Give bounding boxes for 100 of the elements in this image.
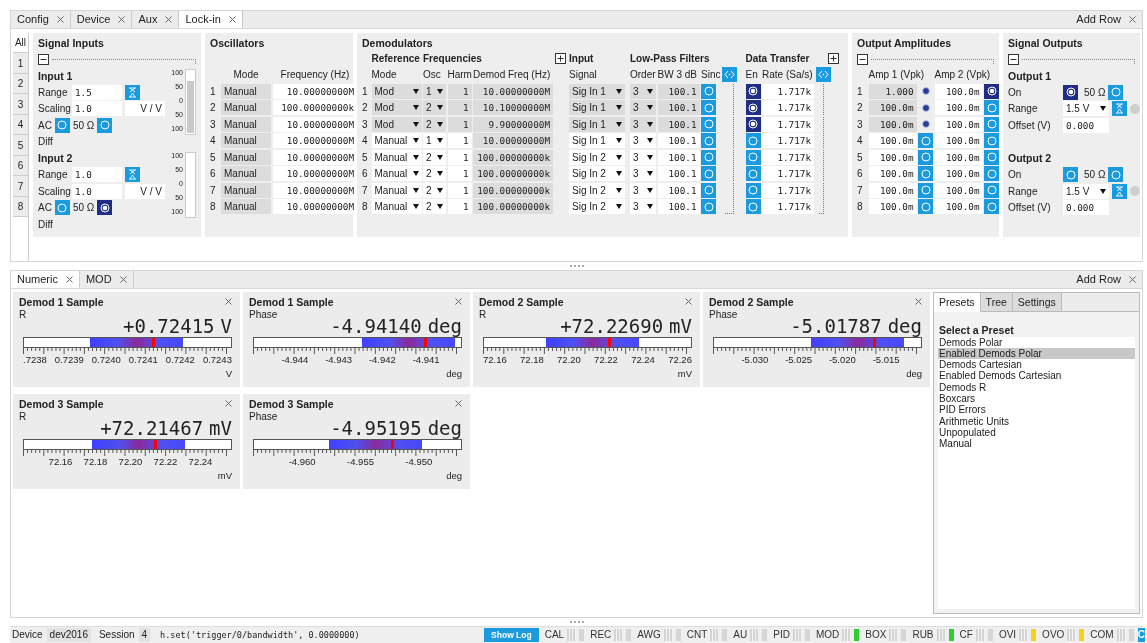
harmonic-field[interactable]: 1 [447, 182, 472, 198]
collapse-icon[interactable] [1008, 53, 1019, 65]
bandwidth-field[interactable]: 100.1 [657, 116, 700, 132]
amplitude-field[interactable]: 100.0m [934, 133, 983, 149]
mode-field[interactable]: Manual [221, 100, 271, 116]
dropdown[interactable]: 2 [423, 182, 446, 198]
harmonic-field[interactable]: 1 [447, 83, 472, 99]
close-icon[interactable] [455, 298, 462, 306]
amplitude-field[interactable]: 100.0m [934, 116, 983, 132]
harmonic-field[interactable]: 1 [447, 116, 472, 132]
unit-field[interactable]: V / V [125, 101, 165, 117]
toggle-button[interactable] [918, 199, 933, 215]
dropdown[interactable]: Sig In 2 [569, 199, 625, 215]
rate-field[interactable]: 1.717k [762, 199, 814, 215]
toggle-button[interactable] [984, 83, 999, 99]
preset-item[interactable]: Arithmetic Units [938, 415, 1135, 427]
input-field[interactable]: 1.0 [72, 183, 122, 199]
side-tab[interactable]: 5 [13, 135, 28, 156]
dropdown[interactable]: 2 [423, 149, 446, 165]
autorange-button[interactable] [125, 167, 140, 183]
close-icon[interactable] [118, 16, 126, 23]
tab[interactable]: Settings [1012, 292, 1062, 311]
dropdown[interactable]: 1.5 V [1063, 101, 1109, 117]
close-icon[interactable] [165, 16, 173, 23]
side-tab[interactable]: 7 [13, 176, 28, 197]
frequency-field[interactable]: 10.00000000M [273, 149, 357, 165]
close-icon[interactable] [65, 275, 73, 283]
rate-field[interactable]: 1.717k [762, 83, 814, 99]
input-field[interactable]: 0.000 [1063, 200, 1109, 216]
dropdown[interactable]: 2 [423, 199, 446, 215]
dropdown[interactable]: 3 [630, 199, 656, 215]
frequency-field[interactable]: 10.00000000M [273, 182, 357, 198]
dropdown[interactable]: Sig In 1 [569, 83, 625, 99]
amplitude-field[interactable]: 100.0m [868, 133, 917, 149]
close-icon[interactable] [455, 400, 462, 408]
toggle-button[interactable] [745, 100, 761, 116]
amplitude-field[interactable]: 100.0m [934, 166, 983, 182]
dropdown[interactable]: Mod [371, 116, 422, 132]
close-icon[interactable] [685, 298, 692, 306]
toggle-button[interactable] [97, 117, 113, 133]
bandwidth-field[interactable]: 100.1 [657, 182, 700, 198]
dropdown[interactable]: 1 [423, 133, 446, 149]
collapse-icon[interactable] [857, 53, 868, 65]
dropdown[interactable]: Sig In 1 [569, 100, 625, 116]
amplitude-field[interactable]: 100.0m [934, 182, 983, 198]
dropdown[interactable]: 3 [630, 100, 656, 116]
side-tab[interactable]: 3 [13, 94, 28, 115]
toggle-button[interactable] [984, 182, 999, 198]
toggle-button[interactable] [745, 182, 761, 198]
toggle-button[interactable] [1108, 167, 1124, 183]
tab[interactable]: Lock-in [179, 11, 243, 28]
unit-field[interactable]: V / V [125, 183, 165, 199]
amplitude-field[interactable]: 100.0m [934, 149, 983, 165]
dropdown[interactable]: 3 [630, 83, 656, 99]
dropdown[interactable]: Sig In 2 [569, 149, 625, 165]
dropdown[interactable]: Sig In 1 [569, 133, 625, 149]
expand-icon[interactable] [554, 52, 566, 64]
amplitude-field[interactable]: 100.0m [868, 149, 917, 165]
toggle-button[interactable] [984, 199, 999, 215]
preset-item[interactable]: Unpopulated [938, 426, 1135, 439]
side-tab[interactable]: 6 [13, 155, 28, 177]
input-field[interactable]: 0.000 [1063, 117, 1109, 133]
autorange-button[interactable] [125, 84, 140, 100]
amplitude-field[interactable]: 100.0m [868, 100, 917, 116]
toggle-button[interactable] [745, 83, 761, 99]
dropdown[interactable]: 2 [423, 100, 446, 116]
toggle-button[interactable] [701, 149, 716, 165]
bandwidth-field[interactable]: 100.1 [657, 166, 700, 182]
amplitude-field[interactable]: 1.000 [868, 83, 917, 99]
frequency-field[interactable]: 10.00000000M [273, 116, 357, 132]
amplitude-field[interactable]: 100.0m [868, 199, 917, 215]
autorange-button[interactable] [1112, 183, 1127, 199]
toggle-button[interactable] [701, 83, 716, 99]
close-icon[interactable] [1129, 275, 1136, 283]
dropdown[interactable]: 3 [630, 116, 656, 132]
mode-field[interactable]: Manual [221, 83, 271, 99]
toggle-button[interactable] [745, 133, 761, 149]
frequency-field[interactable]: 10.00000000M [273, 166, 357, 182]
close-icon[interactable] [56, 16, 64, 23]
toggle-button[interactable] [54, 200, 70, 216]
input-field[interactable]: 1.0 [72, 101, 122, 117]
harmonic-field[interactable]: 1 [447, 133, 472, 149]
dropdown[interactable]: 3 [630, 182, 656, 198]
amplitude-field[interactable]: 100.0m [868, 182, 917, 198]
harmonic-field[interactable]: 1 [447, 166, 472, 182]
close-icon[interactable] [228, 16, 236, 23]
dropdown[interactable]: Sig In 2 [569, 182, 625, 198]
bandwidth-field[interactable]: 100.1 [657, 83, 700, 99]
toggle-button[interactable] [984, 116, 999, 132]
tab[interactable]: Numeric [11, 270, 80, 288]
rate-field[interactable]: 1.717k [762, 100, 814, 116]
toggle-button[interactable] [701, 133, 716, 149]
close-icon[interactable] [915, 298, 922, 306]
amplitude-field[interactable]: 100.0m [934, 83, 983, 99]
add-row-link[interactable]: Add Row [1076, 13, 1121, 26]
bandwidth-field[interactable]: 100.1 [657, 100, 700, 116]
toggle-button[interactable] [701, 166, 716, 182]
preset-item[interactable]: Manual [938, 438, 1135, 450]
dropdown[interactable]: 2 [423, 116, 446, 132]
autorange-button[interactable] [1112, 101, 1127, 117]
